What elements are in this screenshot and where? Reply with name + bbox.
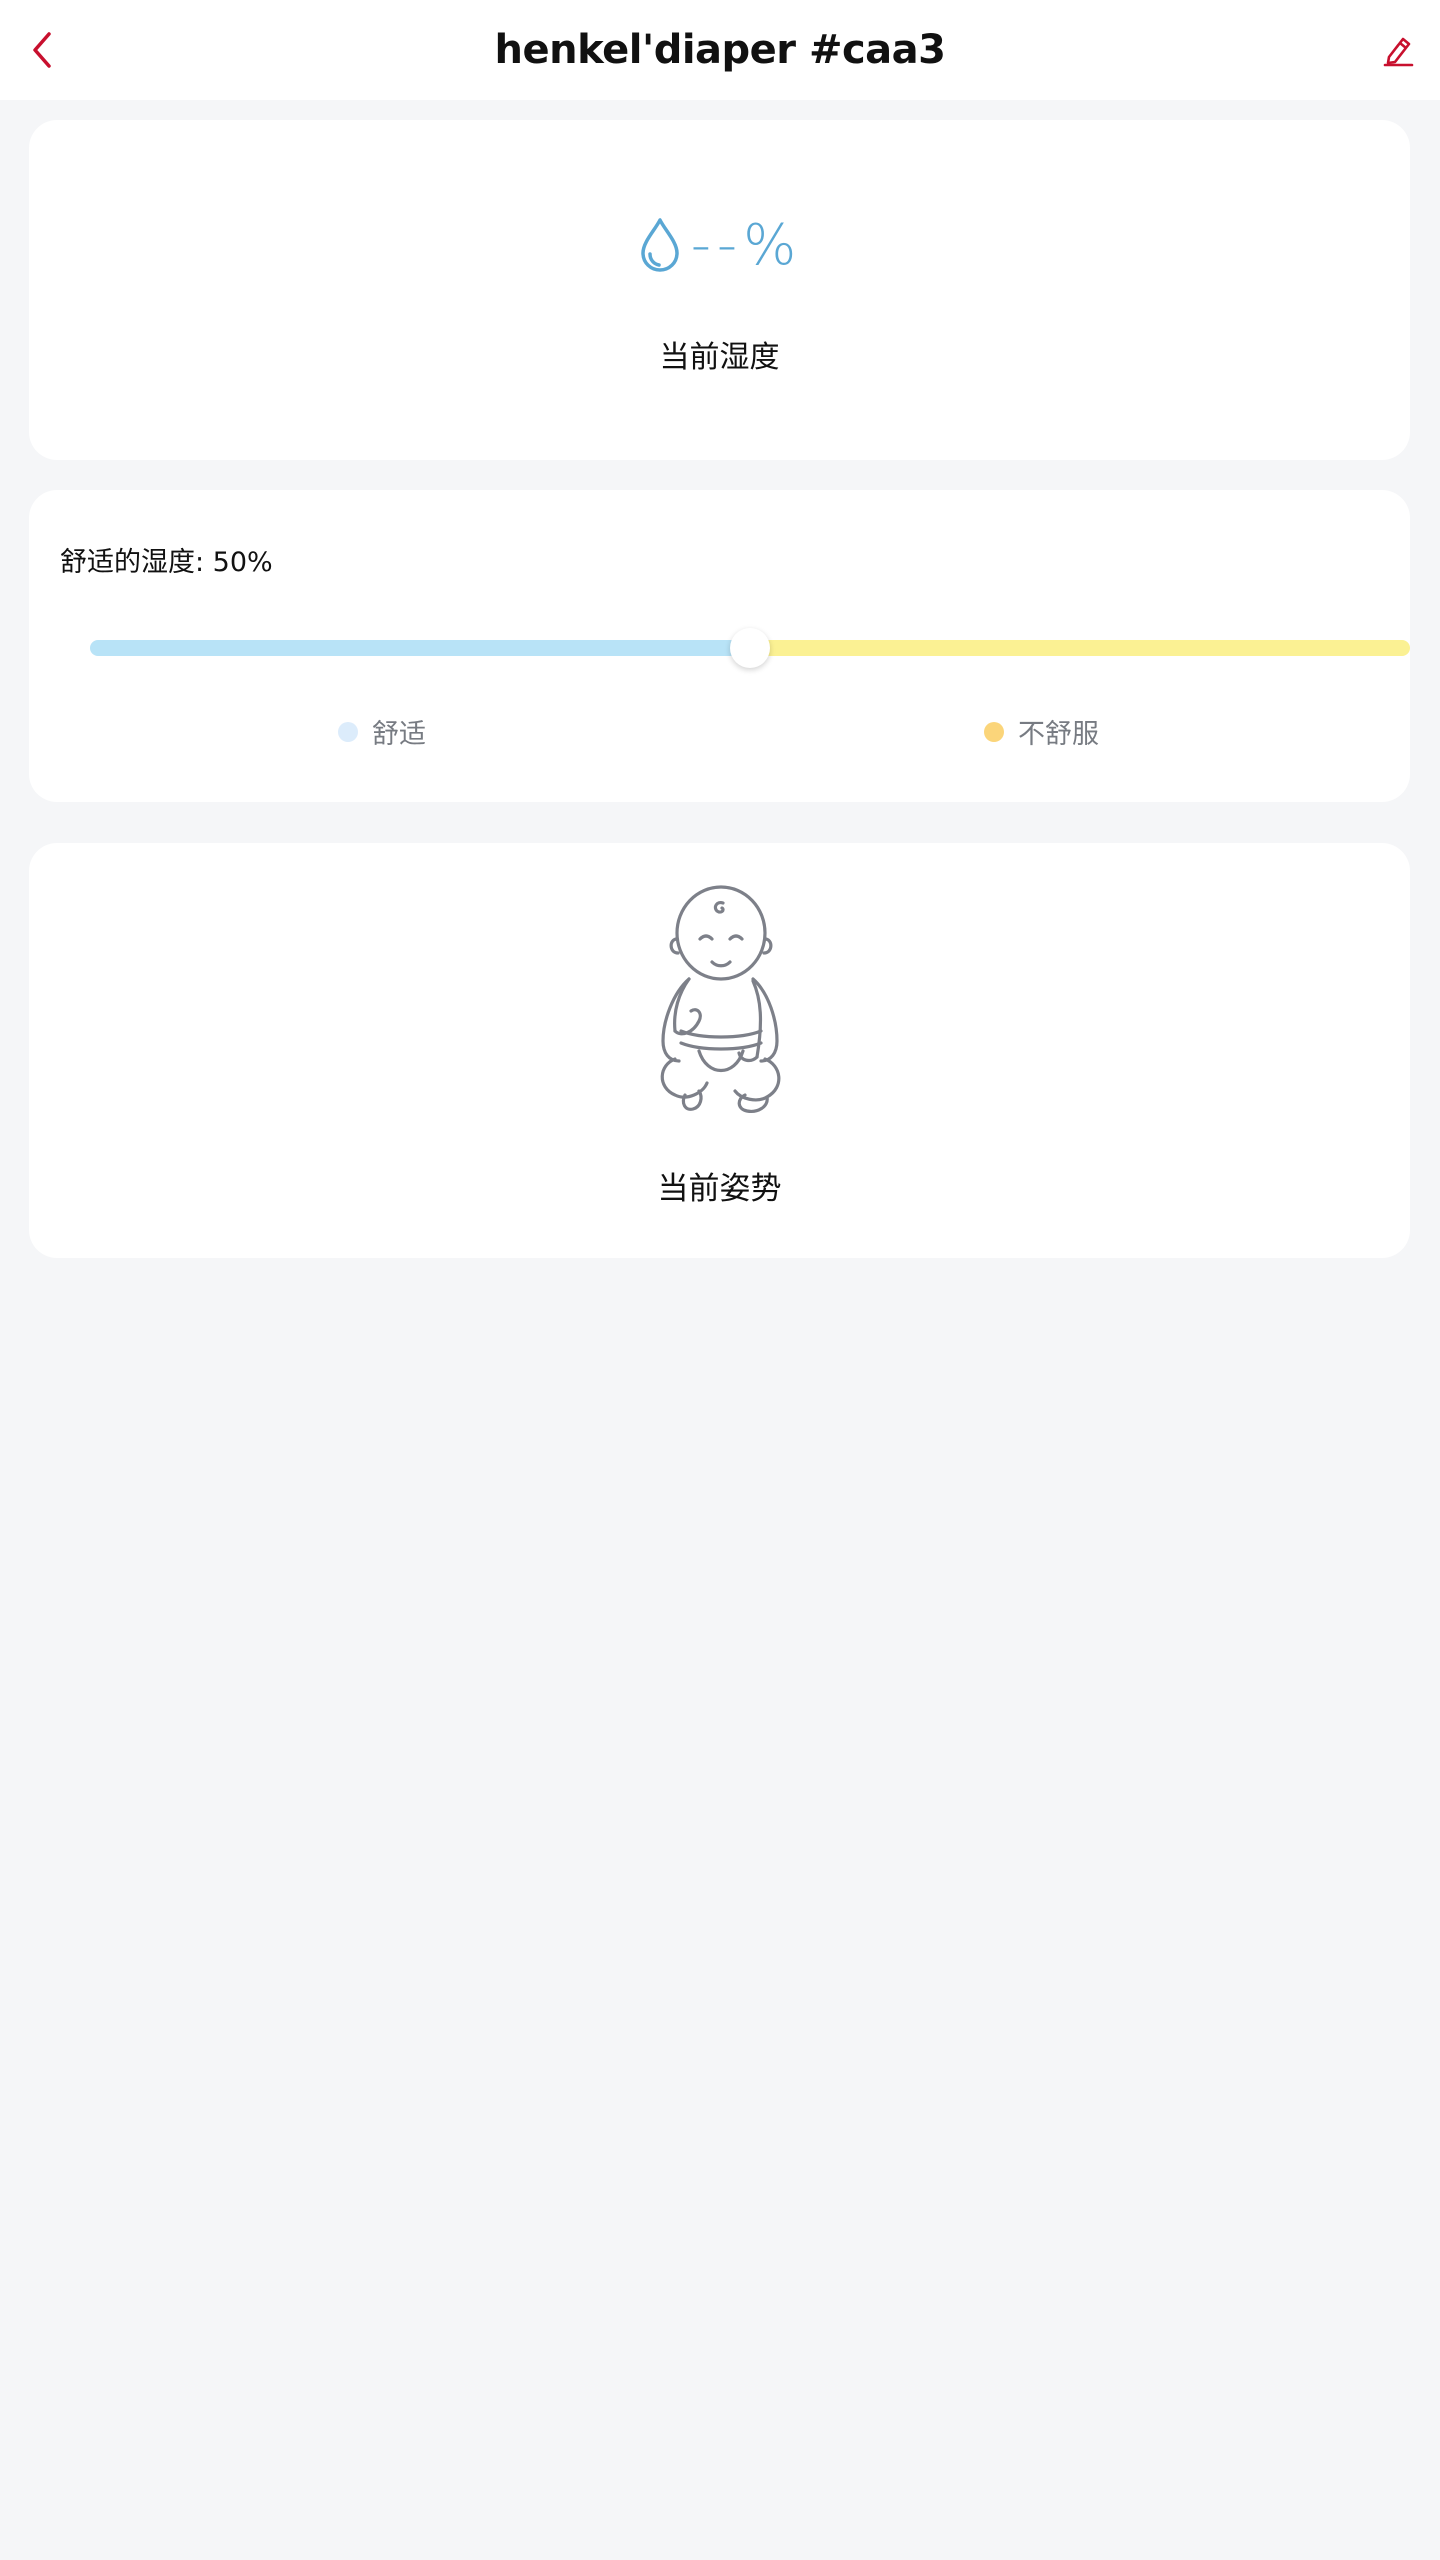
slider-thumb[interactable] xyxy=(730,628,770,668)
page-title: henkel'diaper #caa3 xyxy=(494,27,947,73)
posture-card: 当前姿势 xyxy=(29,843,1410,1258)
slider-track-comfort xyxy=(90,640,750,656)
humidity-readout: --% xyxy=(29,200,1410,290)
app-screen: henkel'diaper #caa3 --% 当前湿度 舒适的湿度: 50% xyxy=(0,0,1440,2560)
legend-comfort-label: 舒适 xyxy=(372,719,426,750)
posture-illustration xyxy=(29,881,1410,1121)
edit-button[interactable] xyxy=(1370,22,1426,78)
comfort-threshold-label: 舒适的湿度: 50% xyxy=(60,547,273,578)
slider-track-uncomfort xyxy=(750,640,1410,656)
baby-sitting-icon xyxy=(660,885,780,1113)
humidity-label: 当前湿度 xyxy=(659,340,780,375)
comfort-threshold-slider[interactable] xyxy=(90,628,1410,668)
legend-uncomfort-label: 不舒服 xyxy=(1018,719,1099,750)
legend-uncomfort: 不舒服 xyxy=(984,712,1099,751)
comfort-threshold-card: 舒适的湿度: 50% 舒适 不舒服 xyxy=(29,490,1410,802)
legend-comfort: 舒适 xyxy=(338,712,426,751)
top-bar: henkel'diaper #caa3 xyxy=(0,0,1440,100)
pencil-icon xyxy=(1383,37,1414,67)
humidity-card: --% 当前湿度 xyxy=(29,120,1410,460)
back-button[interactable] xyxy=(14,22,70,78)
water-drop-icon xyxy=(640,218,679,272)
legend-dot-comfort xyxy=(338,721,358,742)
legend-dot-uncomfort xyxy=(984,721,1004,742)
humidity-value: --% xyxy=(690,212,803,278)
chevron-left-icon xyxy=(33,32,51,68)
posture-label: 当前姿势 xyxy=(657,1171,782,1207)
